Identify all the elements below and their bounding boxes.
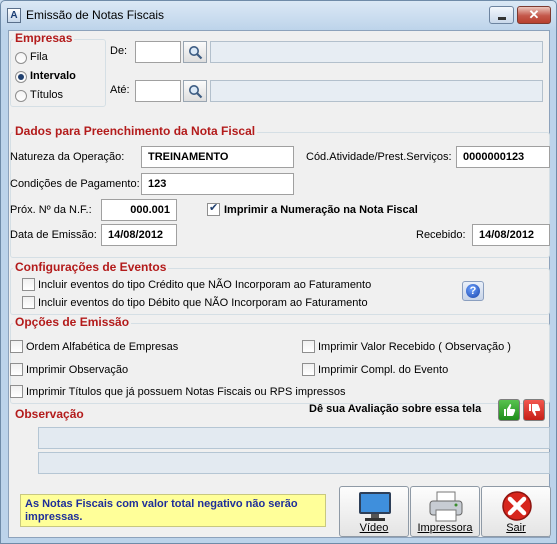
natureza-input[interactable]: TREINAMENTO <box>141 146 294 168</box>
condicoes-input[interactable]: 123 <box>141 173 294 195</box>
thumbs-down-icon <box>529 404 541 416</box>
sair-button-label: Sair <box>506 522 526 534</box>
incluir-debito-checkbox[interactable] <box>22 296 35 309</box>
imprimir-numeracao-checkbox[interactable] <box>207 201 220 216</box>
radio-fila-label: Fila <box>30 51 48 63</box>
help-button[interactable]: ? <box>462 281 484 301</box>
imprimir-titulos-checkbox[interactable] <box>10 385 23 398</box>
video-button-label: Vídeo <box>359 522 389 534</box>
cod-atividade-input[interactable]: 0000000123 <box>456 146 550 168</box>
eventos-legend: Configurações de Eventos <box>13 260 169 274</box>
warning-note: As Notas Fiscais com valor total negativ… <box>20 494 326 527</box>
minimize-button[interactable] <box>489 6 514 24</box>
observacao-label: Observação <box>15 407 84 421</box>
opcoes-legend: Opções de Emissão <box>13 315 132 329</box>
imprimir-valor-recebido-checkbox[interactable] <box>302 340 315 353</box>
window-title: Emissão de Notas Fiscais <box>26 8 165 22</box>
imprimir-titulos-label: Imprimir Títulos que já possuem Notas Fi… <box>26 386 346 398</box>
ate-label: Até: <box>110 84 130 96</box>
ate-name-field <box>210 80 543 102</box>
de-code-input[interactable] <box>135 41 181 63</box>
ordem-alfabetica-label: Ordem Alfabética de Empresas <box>26 341 179 353</box>
recebido-input[interactable]: 14/08/2012 <box>472 224 550 246</box>
condicoes-label: Condições de Pagamento: <box>10 178 140 190</box>
dados-legend: Dados para Preenchimento da Nota Fiscal <box>13 124 258 138</box>
form-body: Empresas Fila Intervalo Títulos De: Até:… <box>8 30 551 538</box>
de-lookup-button[interactable] <box>183 41 207 63</box>
incluir-credito-checkbox[interactable] <box>22 278 35 291</box>
title-bar[interactable]: A Emissão de Notas Fiscais ✕ <box>1 1 556 30</box>
imprimir-valor-recebido-label: Imprimir Valor Recebido ( Observação ) <box>318 341 511 353</box>
imprimir-compl-evento-label: Imprimir Compl. do Evento <box>318 364 449 376</box>
impressora-button[interactable]: Impressora <box>410 486 480 537</box>
radio-titulos-label: Títulos <box>30 89 64 101</box>
radio-intervalo-label: Intervalo <box>30 70 76 82</box>
thumbs-down-button[interactable] <box>523 399 545 421</box>
radio-intervalo[interactable] <box>15 71 27 83</box>
incluir-debito-label: Incluir eventos do tipo Débito que NÃO I… <box>38 297 368 309</box>
recebido-label: Recebido: <box>416 229 466 241</box>
imprimir-compl-evento-checkbox[interactable] <box>302 363 315 376</box>
de-name-field <box>210 41 543 63</box>
app-icon: A <box>7 8 21 23</box>
sair-button[interactable]: Sair <box>481 486 551 537</box>
ate-lookup-button[interactable] <box>183 80 207 102</box>
close-button[interactable]: ✕ <box>517 6 551 24</box>
observacao-line-2[interactable] <box>38 452 550 474</box>
imprimir-observacao-label: Imprimir Observação <box>26 364 129 376</box>
imprimir-numeracao-label: Imprimir a Numeração na Nota Fiscal <box>224 204 418 216</box>
avaliacao-label: Dê sua Avaliação sobre essa tela <box>309 403 482 415</box>
monitor-icon <box>359 492 391 521</box>
prox-nf-input[interactable]: 000.001 <box>101 199 177 221</box>
impressora-button-label: Impressora <box>417 522 473 534</box>
printer-icon <box>429 491 463 522</box>
natureza-label: Natureza da Operação: <box>10 151 125 163</box>
video-button[interactable]: Vídeo <box>339 486 409 537</box>
incluir-credito-label: Incluir eventos do tipo Crédito que NÃO … <box>38 279 372 291</box>
data-emissao-input[interactable]: 14/08/2012 <box>101 224 177 246</box>
imprimir-observacao-checkbox[interactable] <box>10 363 23 376</box>
help-icon: ? <box>466 284 480 298</box>
observacao-line-1[interactable] <box>38 427 550 449</box>
data-emissao-label: Data de Emissão: <box>10 229 97 241</box>
radio-titulos[interactable] <box>15 90 27 102</box>
ate-code-input[interactable] <box>135 80 181 102</box>
magnifier-icon <box>189 46 203 60</box>
main-window: A Emissão de Notas Fiscais ✕ Empresas Fi… <box>0 0 557 544</box>
close-icon: ✕ <box>528 7 540 22</box>
thumbs-up-icon <box>504 404 516 416</box>
thumbs-up-button[interactable] <box>498 399 520 421</box>
radio-fila[interactable] <box>15 52 27 64</box>
ordem-alfabetica-checkbox[interactable] <box>10 340 23 353</box>
exit-icon <box>502 491 532 521</box>
prox-nf-label: Próx. Nº da N.F.: <box>10 204 92 216</box>
cod-atividade-label: Cód.Atividade/Prest.Serviços: <box>306 151 452 163</box>
de-label: De: <box>110 45 128 57</box>
empresas-legend: Empresas <box>13 31 75 45</box>
magnifier-icon <box>189 85 203 99</box>
